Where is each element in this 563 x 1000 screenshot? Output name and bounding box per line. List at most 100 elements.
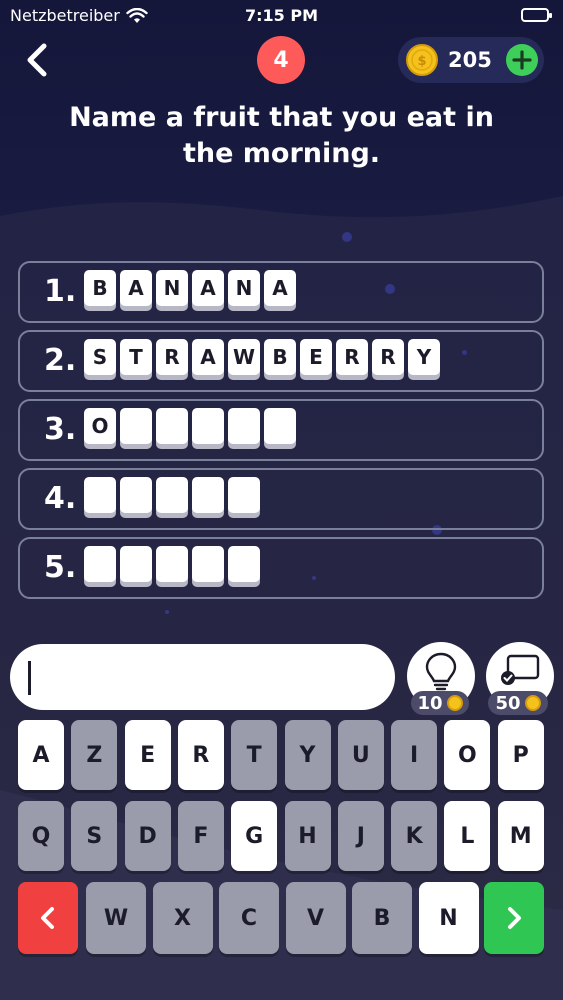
letter-tiles: STRAWBERRY xyxy=(84,339,440,375)
key-a[interactable]: A xyxy=(18,720,64,790)
letter-tile xyxy=(120,477,152,513)
back-button[interactable] xyxy=(22,40,52,80)
decor-dot xyxy=(165,610,169,614)
answer-number: 3. xyxy=(44,412,77,447)
letter-tile: A xyxy=(192,339,224,375)
answer-number: 1. xyxy=(44,274,77,309)
answer-row: 3. O xyxy=(18,399,544,461)
key-s[interactable]: S xyxy=(71,801,118,871)
key-t[interactable]: T xyxy=(231,720,278,790)
letter-tile: W xyxy=(228,339,260,375)
status-time: 7:15 PM xyxy=(244,6,318,25)
letter-tile xyxy=(192,408,224,444)
letter-tile: N xyxy=(156,270,188,306)
key-f[interactable]: F xyxy=(177,801,224,871)
answer-row: 4. xyxy=(18,468,544,530)
answer-number: 5. xyxy=(44,550,77,585)
key-p[interactable]: P xyxy=(497,720,544,790)
key-n[interactable]: N xyxy=(418,882,479,954)
letter-tile: A xyxy=(120,270,152,306)
letter-tile: Y xyxy=(408,339,440,375)
coin-balance: $ 205 xyxy=(398,37,544,83)
status-bar: Netzbetreiber 7:15 PM xyxy=(0,6,563,28)
letter-tiles xyxy=(84,546,260,582)
letter-tile xyxy=(192,477,224,513)
letter-tile xyxy=(156,546,188,582)
coin-icon: $ xyxy=(406,44,438,76)
letter-tile: N xyxy=(228,270,260,306)
letter-tile: B xyxy=(264,339,296,375)
answer-number: 4. xyxy=(44,481,77,516)
letter-tile: S xyxy=(84,339,116,375)
key-g[interactable]: G xyxy=(231,801,278,871)
letter-tile: A xyxy=(264,270,296,306)
letter-tile xyxy=(264,408,296,444)
letter-tile: T xyxy=(120,339,152,375)
letter-tile xyxy=(84,477,116,513)
solve-cost-value: 50 xyxy=(495,692,521,714)
key-q[interactable]: Q xyxy=(18,801,64,871)
key-r[interactable]: R xyxy=(177,720,224,790)
reveal-cost-value: 10 xyxy=(417,692,443,714)
answer-number: 2. xyxy=(44,343,77,378)
chevron-right-icon xyxy=(508,907,521,929)
answer-row: 5. xyxy=(18,537,544,599)
key-x[interactable]: X xyxy=(152,882,213,954)
text-caret xyxy=(28,661,31,695)
letter-tile xyxy=(120,408,152,444)
key-w[interactable]: W xyxy=(86,882,146,954)
key-d[interactable]: D xyxy=(124,801,171,871)
coin-icon xyxy=(446,695,463,711)
decor-dot xyxy=(342,232,352,242)
key-h[interactable]: H xyxy=(284,801,331,871)
key-l[interactable]: L xyxy=(444,801,491,871)
letter-tile xyxy=(228,477,260,513)
letter-tile: A xyxy=(192,270,224,306)
key-b[interactable]: B xyxy=(352,882,412,954)
add-coins-button[interactable] xyxy=(506,44,538,76)
key-i[interactable]: I xyxy=(391,720,438,790)
letter-tile xyxy=(120,546,152,582)
svg-text:$: $ xyxy=(417,54,426,69)
key-v[interactable]: V xyxy=(285,882,346,954)
letter-tile xyxy=(228,408,260,444)
wave-decoration xyxy=(0,196,563,270)
key-z[interactable]: Z xyxy=(71,720,118,790)
key-c[interactable]: C xyxy=(219,882,279,954)
coin-icon xyxy=(524,695,541,711)
delete-key[interactable] xyxy=(18,882,78,954)
chevron-left-icon xyxy=(27,43,47,77)
answer-row: 1. B A N A N A xyxy=(18,261,544,323)
letter-tile xyxy=(192,546,224,582)
hill-decoration xyxy=(0,790,563,1000)
letter-tile: O xyxy=(84,408,116,444)
level-number: 4 xyxy=(273,47,289,73)
letter-tile xyxy=(156,408,188,444)
solve-cost: 50 xyxy=(488,691,548,715)
letter-tiles: O xyxy=(84,408,296,444)
letter-tiles: BANANA xyxy=(84,270,296,306)
answer-input[interactable] xyxy=(10,644,395,710)
chevron-left-icon xyxy=(41,907,54,929)
question-text: Name a fruit that you eat in the morning… xyxy=(69,102,494,169)
level-badge: 4 xyxy=(257,36,305,84)
key-e[interactable]: E xyxy=(124,720,171,790)
key-j[interactable]: J xyxy=(337,801,384,871)
letter-tiles xyxy=(84,477,260,513)
reveal-cost: 10 xyxy=(411,691,469,715)
key-y[interactable]: Y xyxy=(284,720,331,790)
letter-tile: R xyxy=(372,339,404,375)
key-o[interactable]: O xyxy=(444,720,491,790)
letter-tile: E xyxy=(300,339,332,375)
submit-key[interactable] xyxy=(484,882,544,954)
battery-icon xyxy=(521,8,552,22)
letter-tile xyxy=(84,546,116,582)
letter-tile: R xyxy=(336,339,368,375)
letter-tile: R xyxy=(156,339,188,375)
key-m[interactable]: M xyxy=(497,801,544,871)
answer-row: 2. S T R A W B E R R Y xyxy=(18,330,544,392)
plus-icon xyxy=(512,50,532,70)
key-u[interactable]: U xyxy=(337,720,384,790)
key-k[interactable]: K xyxy=(391,801,438,871)
letter-tile xyxy=(228,546,260,582)
